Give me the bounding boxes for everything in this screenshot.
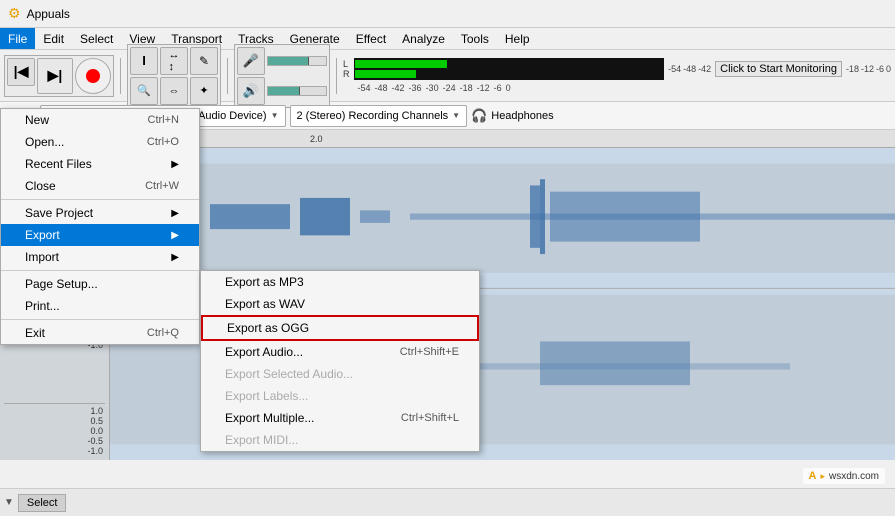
menu-item-exit[interactable]: Exit Ctrl+Q <box>1 322 199 344</box>
menu-item-print[interactable]: Print... <box>1 295 199 317</box>
menu-item-recent[interactable]: Recent Files ▶ <box>1 153 199 175</box>
menu-effect[interactable]: Effect <box>348 28 394 49</box>
speaker-button[interactable]: 🔊 <box>237 77 265 105</box>
draw-tool-button[interactable]: ✎ <box>190 47 218 75</box>
watermark: A ▸ wsxdn.com <box>803 468 886 484</box>
zoom-in-button[interactable]: 🔍 <box>130 77 158 105</box>
toolbar: |◀ ▶| I ↔↕ ✎ 🔍 ⇔ ✦ 🎤 🔊 <box>0 50 895 102</box>
menu-item-save[interactable]: Save Project ▶ <box>1 202 199 224</box>
record-button[interactable] <box>75 58 111 94</box>
select-tool-button[interactable]: I <box>130 47 158 75</box>
menu-analyze[interactable]: Analyze <box>394 28 453 49</box>
export-labels-item: Export Labels... <box>201 385 479 407</box>
menu-item-open[interactable]: Open... Ctrl+O <box>1 131 199 153</box>
channels-dropdown[interactable]: 2 (Stereo) Recording Channels ▼ <box>290 105 468 127</box>
app-icon: ⚙ <box>8 5 21 22</box>
menu-help[interactable]: Help <box>497 28 538 49</box>
click-to-monitor[interactable]: Click to Start Monitoring <box>715 61 842 77</box>
menu-tools[interactable]: Tools <box>453 28 497 49</box>
titlebar: ⚙ Appuals <box>0 0 895 28</box>
menu-item-export[interactable]: Export ▶ <box>1 224 199 246</box>
headphones-icon: 🎧 <box>471 108 487 124</box>
menu-item-close[interactable]: Close Ctrl+W <box>1 175 199 197</box>
export-ogg-item[interactable]: Export as OGG <box>201 315 479 341</box>
envelope-tool-button[interactable]: ↔↕ <box>160 47 188 75</box>
export-selected-item: Export Selected Audio... <box>201 363 479 385</box>
app-title: Appuals <box>27 7 70 21</box>
file-menu-dropdown: New Ctrl+N Open... Ctrl+O Recent Files ▶… <box>0 108 200 345</box>
menu-item-new[interactable]: New Ctrl+N <box>1 109 199 131</box>
export-midi-item: Export MIDI... <box>201 429 479 451</box>
menu-select[interactable]: Select <box>72 28 121 49</box>
skip-back-button[interactable]: |◀ <box>7 58 35 86</box>
skip-fwd-button[interactable]: ▶| <box>37 58 73 94</box>
zoom-out-button[interactable]: ⇔ <box>160 77 188 105</box>
headphones-label: Headphones <box>491 110 553 122</box>
export-audio-item[interactable]: Export Audio... Ctrl+Shift+E <box>201 341 479 363</box>
export-multiple-item[interactable]: Export Multiple... Ctrl+Shift+L <box>201 407 479 429</box>
menu-item-page-setup[interactable]: Page Setup... <box>1 273 199 295</box>
menu-file[interactable]: File <box>0 28 35 49</box>
export-mp3-item[interactable]: Export as MP3 <box>201 271 479 293</box>
mic-button[interactable]: 🎤 <box>237 47 265 75</box>
export-wav-item[interactable]: Export as WAV <box>201 293 479 315</box>
menu-edit[interactable]: Edit <box>35 28 72 49</box>
bottom-bar: ▼ Select <box>0 488 895 516</box>
export-submenu: Export as MP3 Export as WAV Export as OG… <box>200 270 480 452</box>
select-button[interactable]: Select <box>18 494 67 512</box>
multi-tool-button[interactable]: ✦ <box>190 77 218 105</box>
menu-item-import[interactable]: Import ▶ <box>1 246 199 268</box>
main-area: 1.5 2.0 (none) 32-bit float -0.5 -1.0 1.… <box>0 130 895 460</box>
